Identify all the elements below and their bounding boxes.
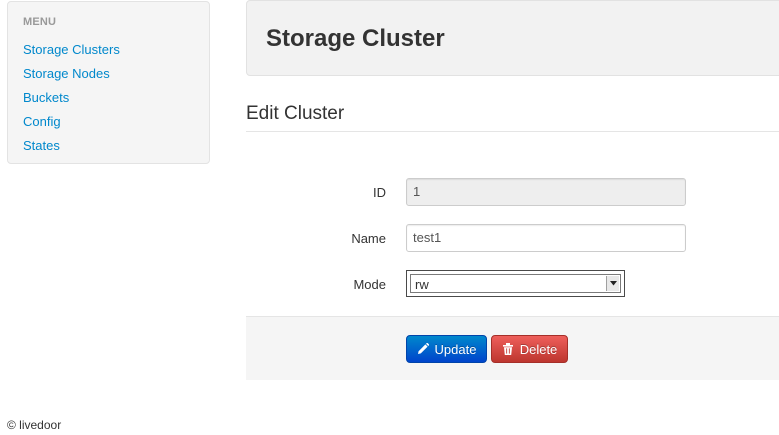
name-label: Name: [351, 231, 386, 246]
chevron-down-icon[interactable]: [606, 276, 619, 291]
id-value: 1: [413, 184, 421, 199]
sidebar-item-buckets[interactable]: Buckets: [23, 86, 209, 110]
pencil-icon: [417, 343, 429, 355]
update-button[interactable]: Update: [406, 335, 487, 363]
sidebar-item-states[interactable]: States: [23, 134, 209, 158]
sidebar-item-storage-nodes[interactable]: Storage Nodes: [23, 62, 209, 86]
footer-copyright: © livedoor: [7, 418, 62, 432]
page-header: Storage Cluster: [246, 0, 779, 76]
mode-label: Mode: [353, 277, 386, 292]
form-legend: Edit Cluster: [246, 103, 345, 124]
name-value: test1: [413, 230, 442, 245]
name-field[interactable]: test1: [406, 224, 686, 252]
page-title: Storage Cluster: [266, 25, 445, 52]
form-actions: Update Delete: [246, 316, 779, 380]
sidebar-item-storage-clusters[interactable]: Storage Clusters: [23, 38, 209, 62]
sidebar-item-config[interactable]: Config: [23, 110, 209, 134]
legend-divider: [246, 131, 779, 132]
trash-icon: [502, 343, 514, 355]
id-label: ID: [373, 185, 386, 200]
menu-header: MENU: [23, 16, 57, 28]
mode-select[interactable]: rw: [406, 270, 625, 297]
sidebar-menu: MENU Storage Clusters Storage Nodes Buck…: [7, 1, 210, 164]
delete-button[interactable]: Delete: [491, 335, 568, 363]
delete-label: Delete: [519, 341, 558, 357]
mode-selected-value: rw: [415, 277, 429, 292]
update-label: Update: [434, 341, 477, 357]
id-field[interactable]: 1: [406, 178, 686, 206]
mode-select-box: rw: [410, 274, 621, 293]
